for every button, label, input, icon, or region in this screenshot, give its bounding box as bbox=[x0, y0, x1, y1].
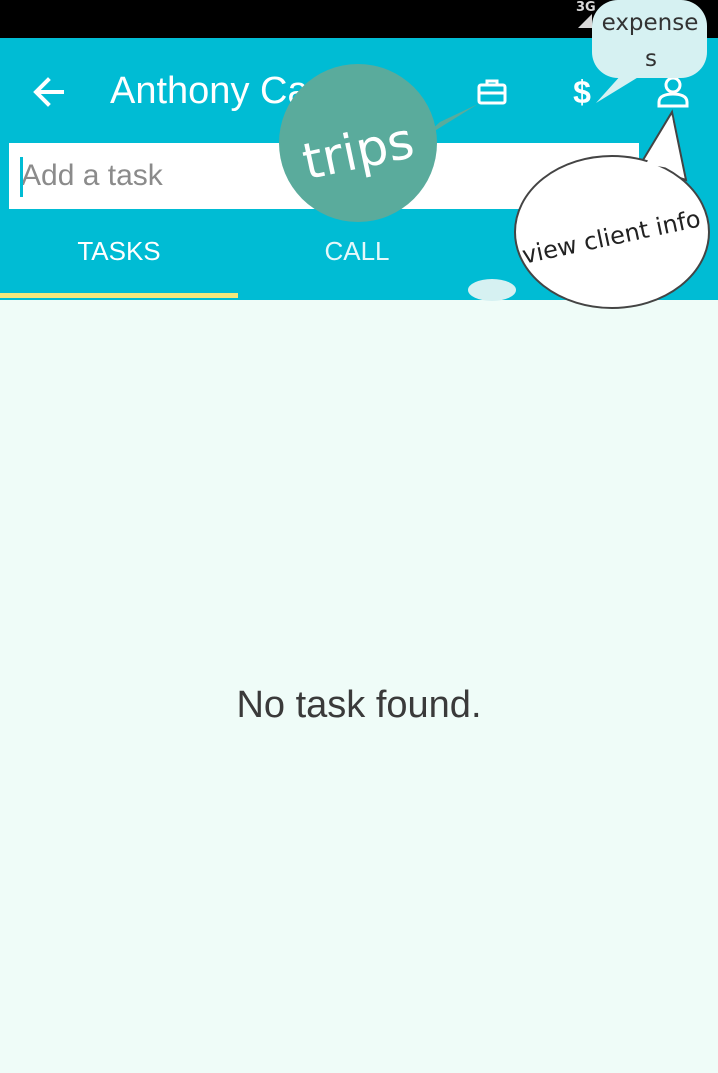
client-info-button[interactable] bbox=[647, 68, 699, 116]
status-bar: 3G 2:33 bbox=[0, 0, 718, 38]
back-button[interactable] bbox=[28, 72, 72, 112]
person-icon bbox=[657, 76, 689, 108]
task-input-container bbox=[9, 143, 639, 209]
tab-call[interactable]: CALL bbox=[238, 236, 476, 276]
signal-icon bbox=[578, 14, 592, 28]
battery-icon bbox=[622, 6, 636, 28]
arrow-left-icon bbox=[33, 77, 64, 107]
tab-selected-indicator bbox=[0, 293, 238, 298]
text-cursor bbox=[20, 157, 23, 197]
trips-button[interactable] bbox=[466, 68, 518, 116]
briefcase-icon bbox=[477, 79, 507, 105]
app-bar: Anthony Ca $ TASKS CALL bbox=[0, 38, 718, 300]
tab-tasks[interactable]: TASKS bbox=[0, 236, 238, 276]
empty-state-message: No task found. bbox=[236, 684, 482, 726]
expenses-button[interactable]: $ bbox=[556, 68, 608, 116]
page-title: Anthony Ca bbox=[110, 70, 309, 112]
add-task-input[interactable] bbox=[21, 143, 621, 209]
network-type: 3G bbox=[576, 0, 596, 15]
status-clock: 2:33 bbox=[648, 0, 699, 30]
dollar-icon: $ bbox=[573, 73, 591, 110]
